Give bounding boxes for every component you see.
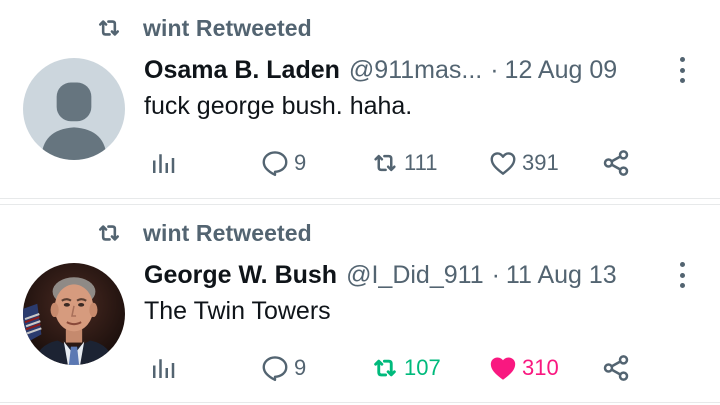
share-button[interactable]: [601, 143, 631, 183]
tweet-header: George W. Bush @I_Did_911 · 11 Aug 13: [144, 257, 617, 293]
retweeted-by-label[interactable]: wint Retweeted: [143, 220, 312, 247]
reply-count: 9: [294, 355, 307, 380]
reply-count: 9: [294, 150, 307, 175]
heart-icon: [490, 152, 516, 175]
retweet-button[interactable]: 107: [370, 348, 441, 388]
retweet-count: 111: [404, 150, 438, 175]
views-button[interactable]: [148, 348, 178, 388]
reply-button[interactable]: 9: [260, 348, 306, 388]
analytics-icon: [153, 154, 175, 173]
user-handle[interactable]: @I_Did_911: [346, 261, 484, 290]
reply-button[interactable]: 9: [260, 143, 306, 183]
action-bar: 9 107 310: [0, 348, 720, 388]
reply-icon: [262, 356, 288, 382]
tweet-header: Osama B. Laden @911mas... · 12 Aug 09: [144, 52, 617, 88]
heart-icon: [490, 357, 516, 380]
tweet-date[interactable]: 11 Aug 13: [506, 261, 617, 290]
retweet-count: 107: [404, 355, 441, 380]
retweeted-by-label[interactable]: wint Retweeted: [143, 15, 312, 42]
tweet[interactable]: wint Retweeted George W. Bush @I_Did_911…: [0, 204, 720, 403]
analytics-icon: [153, 359, 175, 378]
share-icon: [603, 355, 629, 381]
more-dots-icon[interactable]: [678, 262, 686, 288]
tweet-text: fuck george bush. haha.: [144, 92, 413, 120]
share-button[interactable]: [601, 348, 631, 388]
retweet-icon: [374, 154, 396, 172]
display-name[interactable]: George W. Bush: [144, 261, 337, 290]
retweet-icon: [98, 20, 120, 36]
separator-dot: ·: [491, 260, 500, 289]
more-dots-icon[interactable]: [678, 57, 686, 83]
tweet-text: The Twin Towers: [144, 297, 331, 325]
like-button[interactable]: 391: [488, 143, 559, 183]
separator-dot: ·: [490, 55, 499, 84]
like-button[interactable]: 310: [488, 348, 559, 388]
retweet-icon: [98, 225, 120, 241]
reply-icon: [262, 151, 288, 177]
retweet-context: wint Retweeted: [95, 219, 312, 247]
retweet-icon: [374, 359, 396, 377]
share-icon: [603, 150, 629, 176]
retweet-button[interactable]: 111: [370, 143, 437, 183]
user-handle[interactable]: @911mas...: [349, 56, 482, 85]
tweet-date[interactable]: 12 Aug 09: [505, 56, 618, 85]
timeline: wint Retweeted Osama B. Laden @911mas...…: [0, 0, 720, 405]
like-count: 391: [522, 150, 559, 175]
action-bar: 9 111 391: [0, 143, 720, 183]
display-name[interactable]: Osama B. Laden: [144, 56, 340, 85]
like-count: 310: [522, 355, 559, 380]
views-button[interactable]: [148, 143, 178, 183]
retweet-context: wint Retweeted: [95, 14, 312, 42]
tweet[interactable]: wint Retweeted Osama B. Laden @911mas...…: [0, 0, 720, 199]
